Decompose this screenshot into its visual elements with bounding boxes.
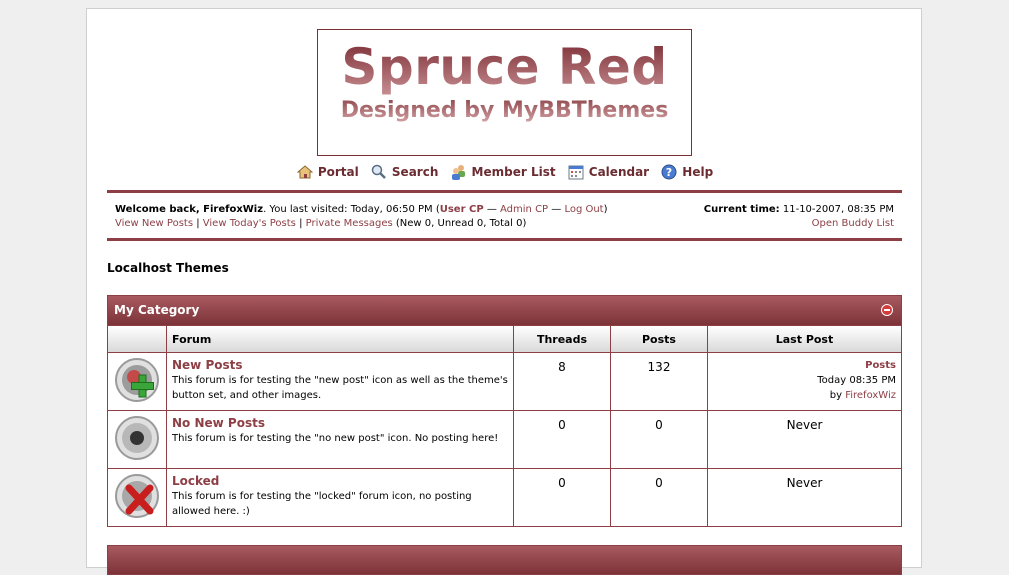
pm-counts: (New 0, Unread 0, Total 0)	[392, 218, 527, 229]
table-row: No New Posts This forum is for testing t…	[108, 410, 901, 469]
threads-count: 8	[513, 352, 611, 411]
threads-count: 0	[513, 468, 611, 526]
menu-calendar-label: Calendar	[588, 165, 650, 179]
table-row: Locked This forum is for testing the "lo…	[108, 468, 901, 526]
forum-table: Forum Threads Posts Last Post New Posts …	[108, 326, 901, 526]
table-header-row: Forum Threads Posts Last Post	[108, 326, 901, 353]
col-forum: Forum	[166, 326, 514, 353]
menu-member-list-label: Member List	[471, 165, 556, 179]
menu-calendar[interactable]: Calendar	[568, 164, 649, 180]
locked-icon	[115, 474, 159, 518]
last-post-by: by	[829, 390, 846, 401]
col-last-post: Last Post	[707, 326, 901, 353]
no-new-posts-icon	[115, 416, 159, 460]
admin-cp-link[interactable]: Admin CP	[500, 204, 548, 215]
posts-count: 0	[610, 468, 708, 526]
top-menu: Portal Search Member List Calendar ? Hel…	[87, 164, 923, 183]
calendar-icon	[568, 165, 584, 180]
menu-member-list[interactable]: Member List	[451, 164, 556, 180]
pipe: |	[193, 218, 203, 229]
menu-portal[interactable]: Portal	[296, 164, 359, 180]
forum-link-locked[interactable]: Locked	[172, 474, 508, 489]
page-container: Spruce Red Designed by MyBBThemes Portal…	[86, 8, 923, 575]
forum-description: This forum is for testing the "no new po…	[172, 433, 499, 444]
buddy-list-link[interactable]: Open Buddy List	[812, 218, 894, 229]
private-messages-link[interactable]: Private Messages	[306, 218, 393, 229]
close-paren: )	[603, 204, 608, 215]
home-icon	[296, 165, 313, 179]
view-new-posts-link[interactable]: View New Posts	[115, 218, 193, 229]
panel-right: Current time: 11-10-2007, 08:35 PM Open …	[704, 203, 894, 231]
last-post-never: Never	[786, 476, 823, 490]
posts-count: 0	[610, 410, 708, 469]
col-threads: Threads	[513, 326, 611, 353]
welcome-panel: Welcome back, FirefoxWiz. You last visit…	[107, 190, 902, 241]
separator: —	[483, 204, 501, 215]
forum-description: This forum is for testing the "new post"…	[172, 375, 508, 401]
logout-link[interactable]: Log Out	[564, 204, 603, 215]
posts-count: 132	[610, 352, 708, 411]
forum-status-cell	[108, 410, 167, 469]
category-header: My Category	[108, 296, 901, 326]
members-icon	[451, 165, 465, 180]
panel-left: Welcome back, FirefoxWiz. You last visit…	[115, 203, 608, 231]
last-post-title-link[interactable]: Posts	[865, 360, 896, 371]
menu-help[interactable]: ? Help	[661, 164, 713, 180]
menu-portal-label: Portal	[317, 165, 359, 179]
forum-link-new-posts[interactable]: New Posts	[172, 358, 508, 373]
menu-search-label: Search	[391, 165, 439, 179]
search-icon	[371, 164, 386, 179]
next-category-header	[107, 545, 902, 575]
collapse-icon[interactable]	[881, 304, 893, 316]
current-time-label: Current time:	[703, 204, 780, 215]
site-logo[interactable]: Spruce Red Designed by MyBBThemes	[317, 29, 692, 156]
logo-title: Spruce Red	[318, 38, 691, 96]
threads-count: 0	[513, 410, 611, 469]
last-post-time: Today 08:35 PM	[817, 375, 896, 386]
last-post-user-link[interactable]: FirefoxWiz	[845, 390, 896, 401]
current-time-value: 11-10-2007, 08:35 PM	[779, 204, 894, 215]
menu-help-label: Help	[682, 165, 714, 179]
forum-info-cell: Locked This forum is for testing the "lo…	[166, 468, 514, 526]
category-my-category: My Category Forum Threads Posts Last Pos…	[107, 295, 902, 527]
forum-info-cell: New Posts This forum is for testing the …	[166, 352, 514, 411]
forum-description: This forum is for testing the "locked" f…	[172, 491, 472, 517]
welcome-text: Welcome back, FirefoxWiz	[115, 204, 264, 215]
col-icon	[108, 326, 167, 353]
view-todays-posts-link[interactable]: View Today's Posts	[203, 218, 296, 229]
forum-status-cell	[108, 468, 167, 526]
category-title[interactable]: My Category	[114, 303, 199, 317]
last-visit-text: . You last visited: Today, 06:50 PM (	[263, 204, 440, 215]
separator: —	[548, 204, 565, 215]
board-title: Localhost Themes	[107, 261, 229, 275]
logo-subtitle: Designed by MyBBThemes	[318, 98, 691, 123]
col-posts: Posts	[610, 326, 708, 353]
user-cp-link[interactable]: User CP	[440, 204, 484, 215]
forum-status-cell	[108, 352, 167, 411]
forum-link-no-new-posts[interactable]: No New Posts	[172, 416, 508, 431]
help-icon: ?	[661, 164, 677, 180]
forum-info-cell: No New Posts This forum is for testing t…	[166, 410, 514, 469]
pipe: |	[295, 218, 306, 229]
last-post-never: Never	[707, 410, 901, 469]
svg-text:?: ?	[666, 166, 672, 179]
menu-search[interactable]: Search	[371, 164, 438, 180]
new-posts-icon	[115, 358, 159, 402]
last-post-cell: Posts Today 08:35 PM by FirefoxWiz	[707, 352, 901, 411]
table-row: New Posts This forum is for testing the …	[108, 352, 901, 411]
